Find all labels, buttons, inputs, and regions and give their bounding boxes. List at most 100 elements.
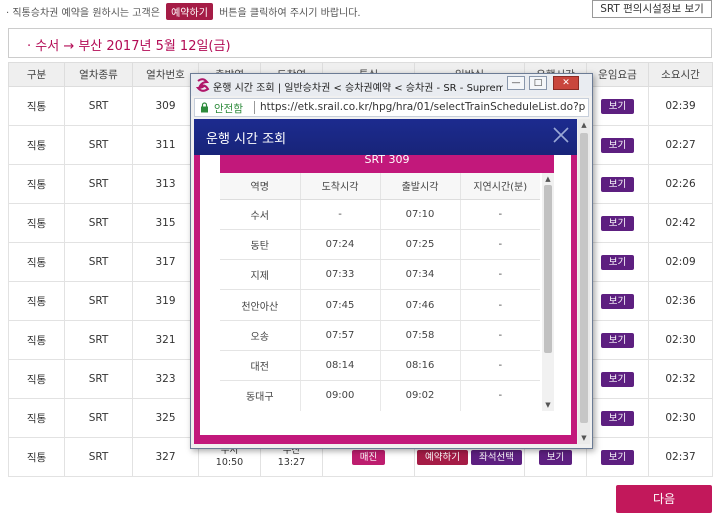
departure-time: 10:50 [215, 457, 244, 468]
cell-fare: 보기 [586, 398, 649, 438]
cell-train-no: 325 [132, 398, 199, 438]
seat-select-button[interactable]: 좌석선택 [471, 449, 522, 465]
cell-duration: 02:32 [648, 359, 713, 399]
schedule-row: 지제 07:33 07:34- [220, 259, 540, 291]
cell-train-no: 313 [132, 164, 199, 204]
address-separator [254, 101, 255, 114]
cell-train-no: 315 [132, 203, 199, 243]
window-scroll-down-icon[interactable]: ▼ [580, 434, 588, 442]
popup-titlebar[interactable]: 운행 시간 조회 | 일반승차권 < 승차권예약 < 승차권 - SR - Su… [191, 74, 592, 96]
schedule-table-wrap: 역명 도착시각 출발시각 지연시간(분) 수서 -07:10- 동탄 07:24 07:25-… [220, 173, 554, 411]
schedule-panel: SRT 309 역명 도착시각 출발시각 지연시간(분) 수서 -07:10- 동탄 07:… [220, 155, 554, 411]
scroll-up-arrow-icon[interactable]: ▲ [544, 175, 552, 183]
scroll-thumb[interactable] [544, 185, 552, 353]
cell-train-type: SRT [64, 164, 133, 204]
fare-view-button[interactable]: 보기 [600, 449, 635, 465]
fare-view-button[interactable]: 보기 [600, 215, 635, 231]
cell-train-type: SRT [64, 437, 133, 477]
schedule-row: 동탄 07:24 07:25- [220, 229, 540, 261]
cell-kind: 직통 [8, 398, 65, 438]
train-title-bar: SRT 309 [220, 155, 554, 173]
facility-info-button[interactable]: SRT 편의시설정보 보기 [592, 0, 712, 18]
fare-view-button[interactable]: 보기 [600, 98, 635, 114]
close-icon[interactable] [551, 125, 571, 145]
schedule-header-row: 역명 도착시각 출발시각 지연시간(분) [220, 173, 540, 200]
scroll-down-arrow-icon[interactable]: ▼ [544, 401, 552, 409]
notice-text-after: 버튼을 클릭하여 주시기 바랍니다. [219, 8, 361, 19]
cell-kind: 직통 [8, 242, 65, 282]
cell-fare: 보기 [586, 125, 649, 165]
cell-fare: 보기 [586, 203, 649, 243]
stop-delay: - [460, 380, 540, 411]
table-header-cell: 열차번호 [132, 62, 199, 87]
stop-station: 천안아산 [220, 289, 301, 321]
fare-view-button[interactable]: 보기 [600, 410, 635, 426]
stop-station: 동탄 [220, 229, 301, 261]
schedule-header-cell: 역명 [220, 173, 301, 200]
stop-arrival: - [300, 199, 381, 230]
stop-arrival: 09:00 [300, 380, 381, 411]
cell-train-type: SRT [64, 86, 133, 126]
stop-station: 오송 [220, 320, 301, 351]
minimize-button[interactable]: — [507, 76, 525, 90]
popup-window-scrollbar[interactable]: ▲ ▼ [578, 119, 590, 444]
cell-fare: 보기 [586, 164, 649, 204]
maximize-button[interactable]: □ [529, 76, 547, 90]
fare-view-button[interactable]: 보기 [600, 293, 635, 309]
stop-arrival: 07:57 [300, 320, 381, 351]
cell-train-type: SRT [64, 320, 133, 360]
window-close-button[interactable]: ✕ [553, 76, 579, 90]
table-header-cell: 운임요금 [586, 62, 649, 87]
fare-view-button[interactable]: 보기 [600, 137, 635, 153]
cell-duration: 02:30 [648, 320, 713, 360]
cell-kind: 직통 [8, 281, 65, 321]
cell-kind: 직통 [8, 437, 65, 477]
window-scroll-up-icon[interactable]: ▲ [580, 121, 588, 129]
stop-delay: - [460, 289, 540, 321]
schedule-row: 천안아산 07:45 07:46- [220, 289, 540, 321]
fare-view-button[interactable]: 보기 [600, 371, 635, 387]
reserve-button[interactable]: 예약하기 [417, 449, 468, 465]
stop-departure: 07:34 [380, 259, 461, 291]
fare-view-button[interactable]: 보기 [600, 332, 635, 348]
schedule-row: 수서 -07:10- [220, 199, 540, 230]
cell-train-type: SRT [64, 203, 133, 243]
cell-train-no: 311 [132, 125, 199, 165]
schedule-scrollbar[interactable]: ▲ ▼ [542, 173, 554, 411]
fare-view-button[interactable]: 보기 [600, 254, 635, 270]
sr-logo-icon [196, 78, 210, 92]
cell-train-no: 327 [132, 437, 199, 477]
stop-departure: 07:46 [380, 289, 461, 321]
cell-kind: 직통 [8, 320, 65, 360]
secure-label: 안전함 [214, 103, 243, 115]
table-header-cell: 구분 [8, 62, 65, 87]
cell-kind: 직통 [8, 359, 65, 399]
fare-view-button[interactable]: 보기 [600, 176, 635, 192]
schedule-header-cell: 지연시간(분) [460, 173, 540, 200]
cell-fare: 보기 [586, 86, 649, 126]
schedule-view-button[interactable]: 보기 [538, 449, 573, 465]
cell-train-type: SRT [64, 281, 133, 321]
cell-kind: 직통 [8, 203, 65, 243]
popup-body: SRT 309 역명 도착시각 출발시각 지연시간(분) 수서 -07:10- 동탄 07:… [200, 155, 571, 435]
url-text[interactable]: https://etk.srail.co.kr/hpg/hra/01/selec… [260, 101, 586, 113]
cell-duration: 02:30 [648, 398, 713, 438]
schedule-row: 오송 07:57 07:58- [220, 320, 540, 351]
stop-delay: - [460, 350, 540, 382]
window-scroll-thumb[interactable] [580, 133, 588, 423]
stop-delay: - [460, 229, 540, 261]
schedule-popup-window: 운행 시간 조회 | 일반승차권 < 승차권예약 < 승차권 - SR - Su… [190, 73, 593, 449]
cell-train-no: 309 [132, 86, 199, 126]
popup-content-frame: 운행 시간 조회 SRT 309 역명 도착시각 출발시각 지연시간(분) 수서 -07… [194, 119, 577, 444]
cell-duration: 02:09 [648, 242, 713, 282]
cell-train-no: 317 [132, 242, 199, 282]
address-bar[interactable]: 안전함 https://etk.srail.co.kr/hpg/hra/01/s… [194, 98, 589, 117]
cell-duration: 02:39 [648, 86, 713, 126]
next-button[interactable]: 다음 [616, 485, 712, 513]
stop-station: 동대구 [220, 380, 301, 411]
schedule-header-cell: 출발시각 [380, 173, 461, 200]
stop-arrival: 08:14 [300, 350, 381, 382]
soldout-button[interactable]: 매진 [351, 449, 386, 465]
cell-train-type: SRT [64, 242, 133, 282]
stop-delay: - [460, 259, 540, 291]
